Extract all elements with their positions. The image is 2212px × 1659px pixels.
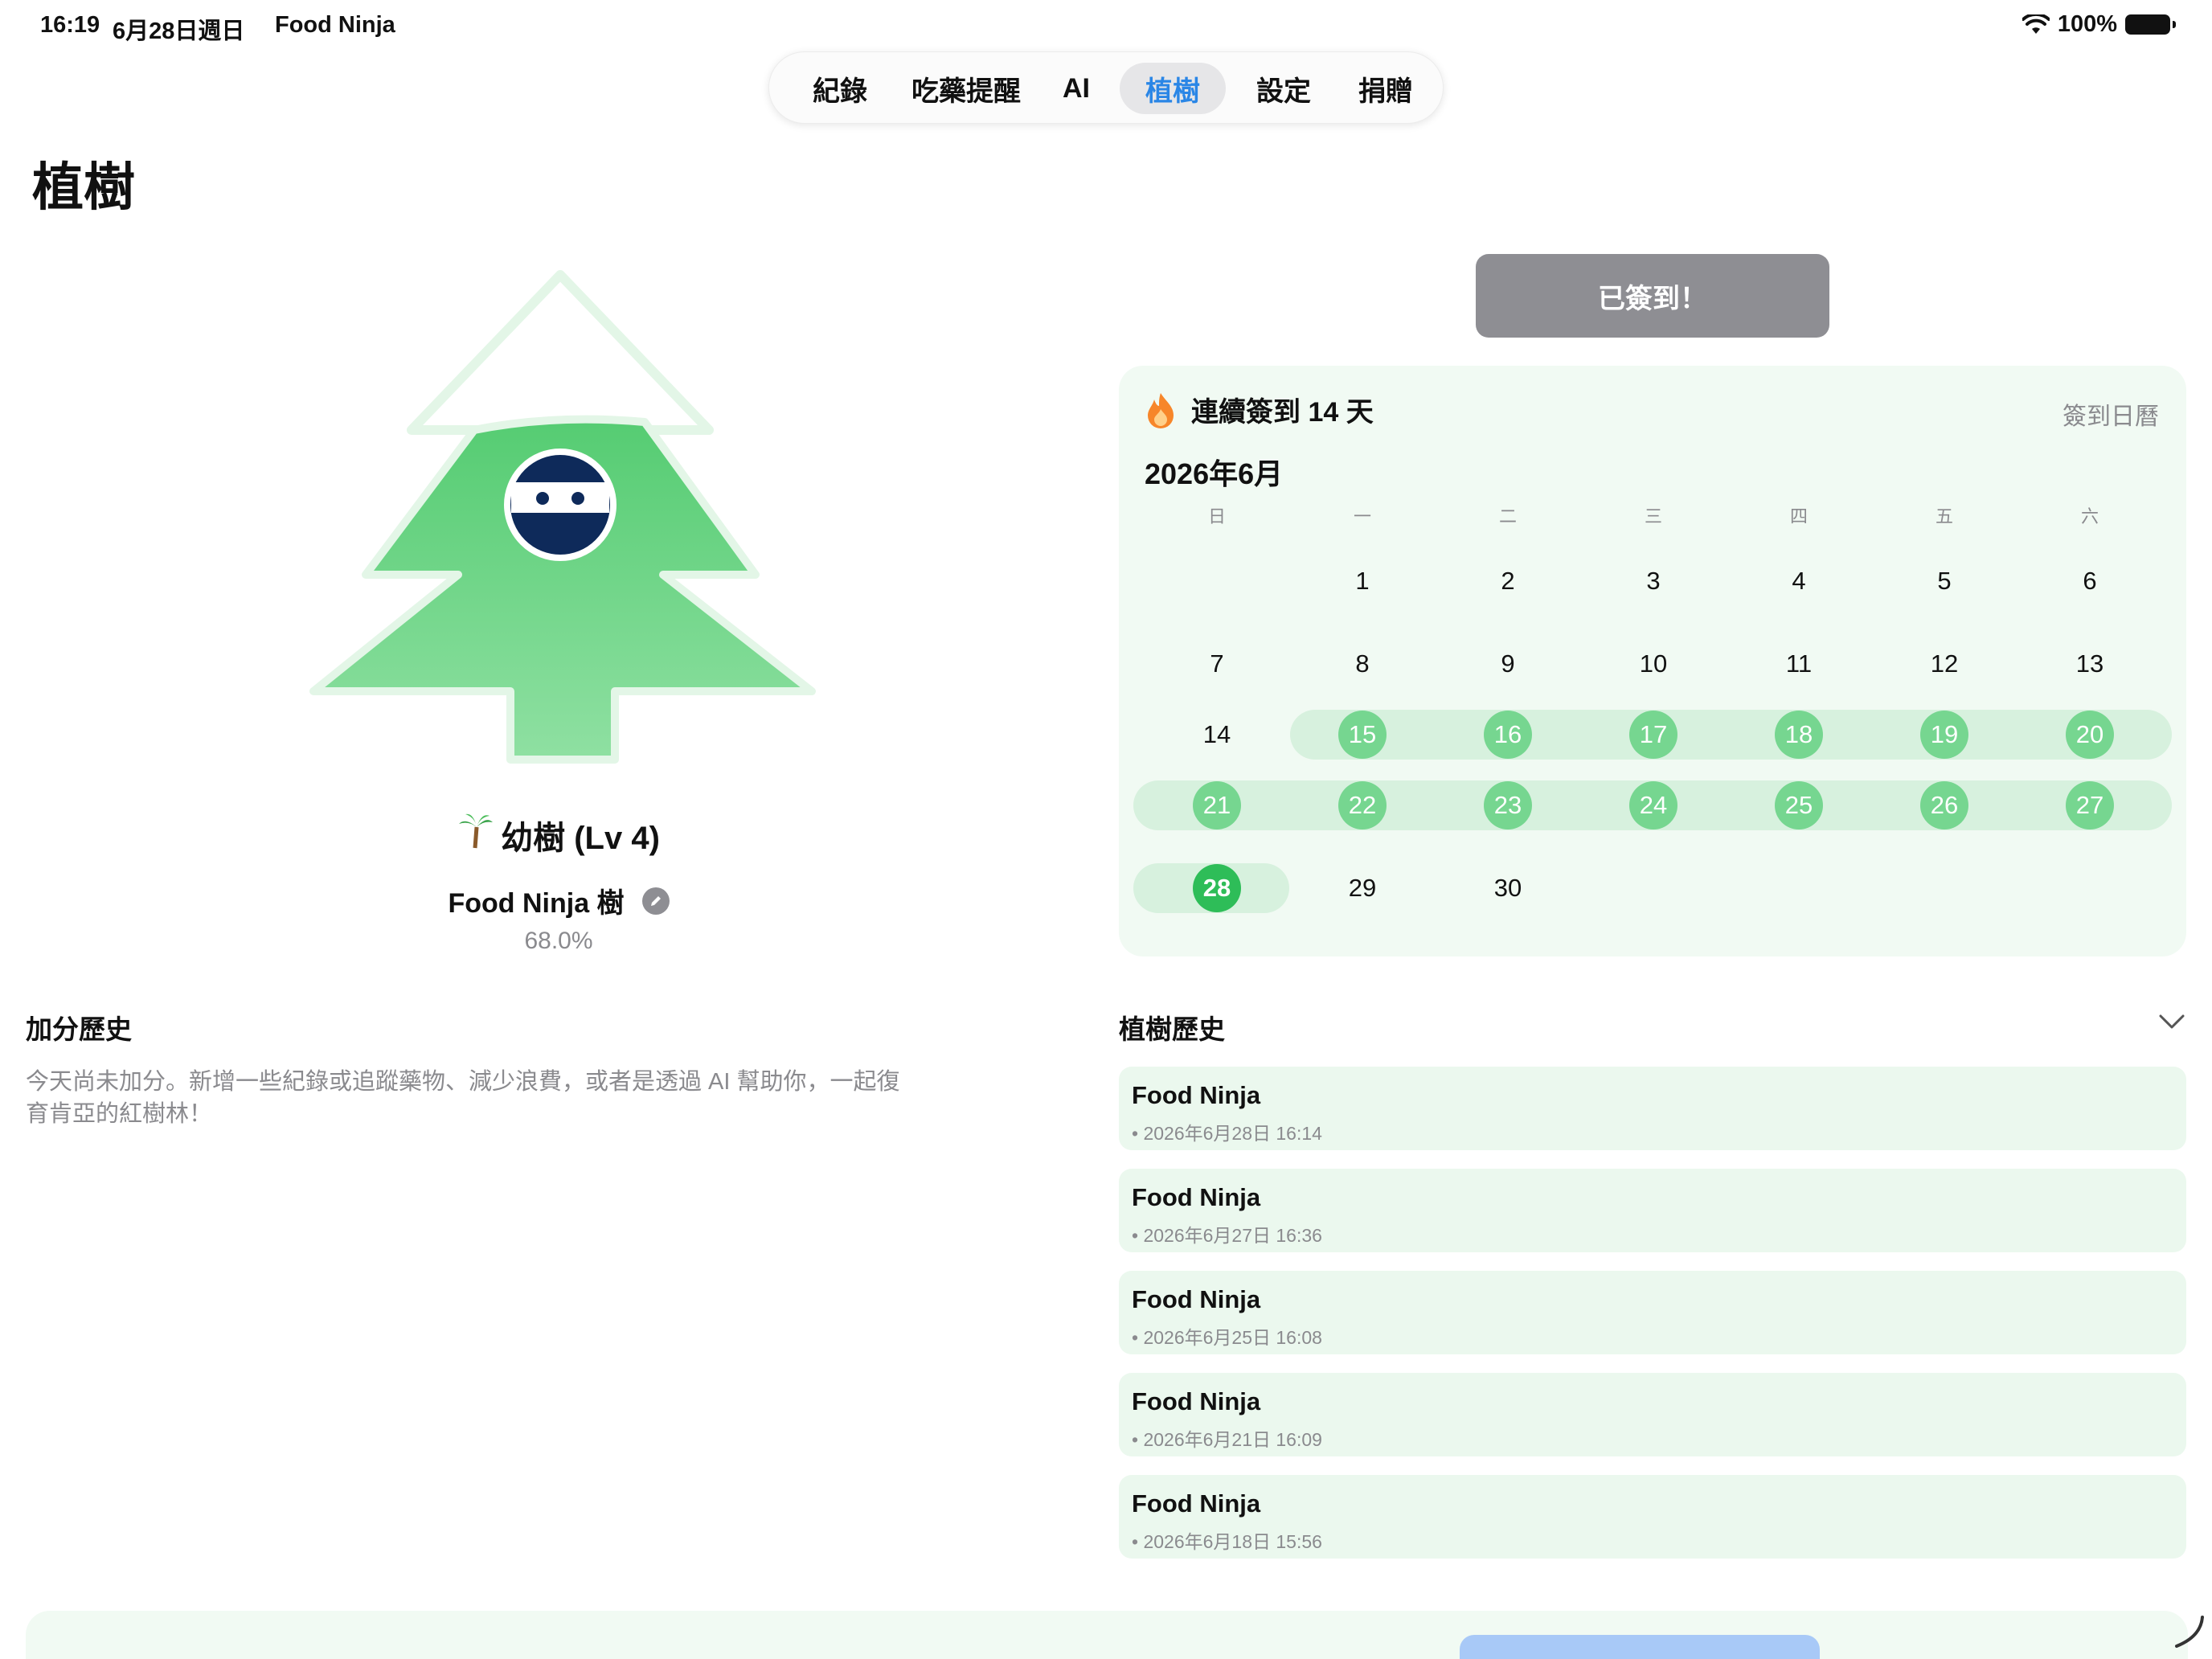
calendar-day[interactable]: 19 [1920,711,1968,759]
streak-row: 連續簽到 14 天 [1145,390,1374,429]
calendar-day[interactable]: 15 [1338,711,1387,759]
calendar-day[interactable]: 16 [1484,711,1532,759]
calendar-day[interactable]: 29 [1338,864,1387,912]
history-item-date: • 2026年6月25日 16:08 [1132,1327,1322,1348]
planting-history-item[interactable]: Food Ninja • 2026年6月27日 16:36 [1119,1169,2186,1252]
weekday-label: 二 [1498,506,1517,526]
calendar-day[interactable]: 4 [1775,557,1823,605]
planting-history-item[interactable]: Food Ninja • 2026年6月18日 15:56 [1119,1475,2186,1559]
calendar-day[interactable]: 20 [2066,711,2114,759]
history-item-name: Food Ninja [1132,1183,1261,1211]
chevron-down-icon[interactable] [2156,1010,2188,1034]
weekday-label: 日 [1207,506,1226,526]
planting-history-item[interactable]: Food Ninja • 2026年6月21日 16:09 [1119,1373,2186,1456]
calendar-day[interactable]: 10 [1629,640,1677,688]
planting-history-item[interactable]: Food Ninja • 2026年6月28日 16:14 [1119,1067,2186,1150]
history-item-date: • 2026年6月28日 16:14 [1132,1123,1322,1144]
history-item-date: • 2026年6月27日 16:36 [1132,1225,1322,1246]
status-time: 16:19 [40,12,100,38]
weekday-label: 三 [1644,506,1662,526]
calendar-day[interactable]: 21 [1193,781,1241,830]
calendar-day[interactable]: 30 [1484,864,1532,912]
bonus-history-empty-text: 今天尚未加分。新增一些紀錄或追蹤藥物、減少浪費，或者是透過 AI 幫助你，一起復… [26,1069,900,1127]
calendar-day[interactable]: 25 [1775,781,1823,830]
calendar-day[interactable]: 11 [1775,640,1823,688]
palm-tree-icon [457,813,494,858]
streak-band [1290,710,2172,760]
battery-icon [2125,14,2176,35]
calendar-link[interactable]: 簽到日曆 [2062,396,2159,432]
calendar-day[interactable]: 7 [1193,640,1241,688]
tab-donate[interactable]: 捐贈 [1342,63,1430,114]
calendar-day[interactable]: 2 [1484,557,1532,605]
bottom-card [26,1611,2188,1659]
wifi-icon [2022,14,2050,34]
tab-medication-reminder[interactable]: 吃藥提醒 [898,63,1034,114]
history-item-name: Food Ninja [1132,1387,1261,1415]
resize-handle-icon[interactable] [2170,1612,2210,1653]
calendar-day[interactable]: 1 [1338,557,1387,605]
calendar-day[interactable]: 23 [1484,781,1532,830]
page-title: 植樹 [32,158,135,216]
tree-graphic [309,270,816,764]
status-right: 100% [2022,11,2176,38]
weekday-label: 五 [1935,506,1953,526]
status-date: 6月28日週日 [113,18,245,44]
bottom-action-button[interactable] [1460,1635,1820,1659]
calendar-month: 2026年6月 [1145,457,1284,490]
calendar-day[interactable]: 22 [1338,781,1387,830]
calendar-day[interactable]: 6 [2066,557,2114,605]
planting-history-title: 植樹歷史 [1119,1014,1225,1044]
calendar-day-today[interactable]: 28 [1193,864,1241,912]
tree-level-label: 幼樹 (Lv 4) [501,821,660,856]
battery-percent: 100% [2057,11,2117,37]
calendar-day[interactable]: 9 [1484,640,1532,688]
calendar-day[interactable]: 8 [1338,640,1387,688]
edit-pencil-icon[interactable] [641,887,670,915]
weekday-label: 一 [1353,506,1371,526]
status-app-name: Food Ninja [275,12,395,38]
flame-icon [1148,392,1174,428]
tab-ai[interactable]: AI [1044,63,1108,114]
checkin-button[interactable]: 已簽到！ [1476,254,1829,338]
status-bar: 16:19 6月28日週日 Food Ninja 100% [0,0,2212,51]
calendar-day[interactable]: 12 [1920,640,1968,688]
history-item-date: • 2026年6月18日 15:56 [1132,1531,1322,1552]
calendar-day[interactable]: 14 [1193,711,1241,759]
history-item-name: Food Ninja [1132,1081,1261,1109]
tab-records[interactable]: 紀錄 [792,63,888,114]
calendar-day[interactable]: 13 [2066,640,2114,688]
calendar-day[interactable]: 5 [1920,557,1968,605]
tree-progress-text: 68.0% [524,928,593,954]
weekday-label: 四 [1789,506,1808,526]
weekday-label: 六 [2080,506,2099,526]
bonus-history-title: 加分歷史 [26,1014,132,1044]
history-item-name: Food Ninja [1132,1285,1261,1313]
tab-settings[interactable]: 設定 [1235,63,1332,114]
calendar-day[interactable]: 18 [1775,711,1823,759]
calendar-day[interactable]: 24 [1629,781,1677,830]
tree-name-row: Food Ninja 樹 [0,881,1117,920]
calendar-day[interactable]: 27 [2066,781,2114,830]
tab-plant-trees[interactable]: 植樹 [1120,63,1226,114]
history-item-date: • 2026年6月21日 16:09 [1132,1429,1322,1450]
planting-history-item[interactable]: Food Ninja • 2026年6月25日 16:08 [1119,1271,2186,1354]
calendar-day[interactable]: 3 [1629,557,1677,605]
tree-level: 幼樹 (Lv 4) [0,812,1117,858]
calendar-day[interactable]: 17 [1629,711,1677,759]
checkin-calendar-card: 連續簽到 14 天 簽到日曆 2026年6月 日一二三四五六1234567891… [1119,366,2186,956]
tree-name: Food Ninja 樹 [448,888,625,919]
tab-bar: 紀錄 吃藥提醒 AI 植樹 設定 捐贈 [768,51,1444,124]
tree-illustration [297,265,828,780]
calendar-day[interactable]: 26 [1920,781,1968,830]
history-item-name: Food Ninja [1132,1489,1261,1518]
streak-label: 連續簽到 14 天 [1191,397,1374,428]
